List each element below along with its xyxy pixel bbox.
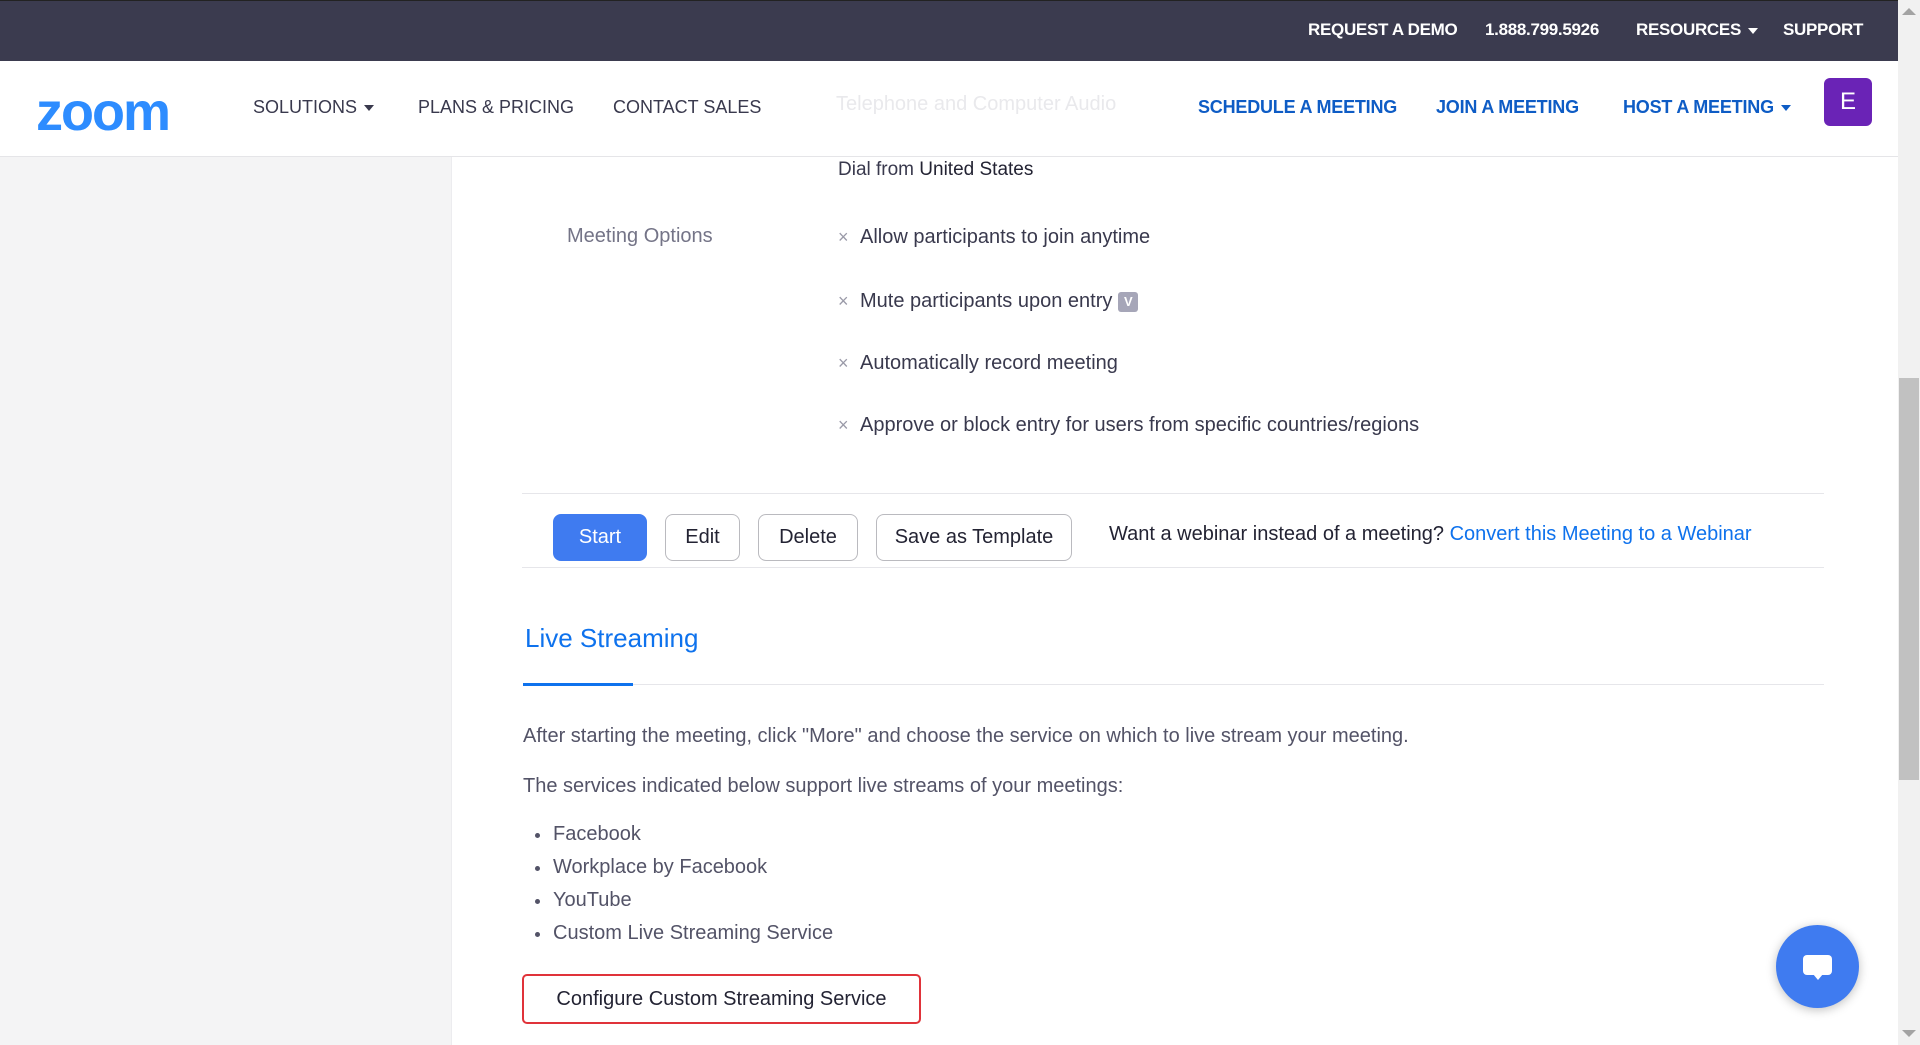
configure-custom-streaming-button[interactable]: Configure Custom Streaming Service (522, 974, 921, 1024)
request-demo-link[interactable]: REQUEST A DEMO (1308, 20, 1458, 40)
option-label: Approve or block entry for users from sp… (860, 414, 1420, 436)
list-item: Facebook (523, 818, 833, 851)
zoom-logo[interactable]: zoom (36, 85, 171, 139)
scroll-up-arrow-icon[interactable] (1902, 8, 1916, 15)
plans-pricing-link[interactable]: PLANS & PRICING (418, 97, 574, 118)
convert-to-webinar-link[interactable]: Convert this Meeting to a Webinar (1450, 523, 1752, 545)
dial-from-line: Dial from United States (838, 159, 1033, 181)
scrollbar-thumb[interactable] (1899, 378, 1919, 780)
dial-from-prefix: Dial from (838, 159, 915, 180)
start-button[interactable]: Start (553, 514, 647, 561)
scroll-down-arrow-icon[interactable] (1902, 1030, 1916, 1037)
tab-divider (523, 684, 1824, 685)
webinar-question: Want a webinar instead of a meeting? (1109, 523, 1445, 545)
caret-down-icon (364, 105, 375, 112)
chat-support-button[interactable] (1776, 925, 1859, 1008)
schedule-meeting-link[interactable]: SCHEDULE A MEETING (1198, 97, 1397, 118)
meeting-options-label: Meeting Options (567, 225, 713, 247)
list-item: Workplace by Facebook (523, 851, 833, 884)
resources-menu[interactable]: RESOURCES (1636, 20, 1758, 40)
edit-button[interactable]: Edit (665, 514, 740, 561)
chat-bubble-icon (1803, 955, 1832, 975)
option-label: Mute participants upon entry (860, 290, 1113, 312)
dial-country: United States (919, 159, 1034, 180)
meeting-option-item: × Mute participants upon entry V (838, 290, 1139, 313)
streaming-services-list: Facebook Workplace by Facebook YouTube C… (523, 818, 833, 950)
actions-top-divider (522, 493, 1824, 494)
solutions-menu[interactable]: SOLUTIONS (253, 97, 375, 118)
user-avatar[interactable]: E (1824, 78, 1872, 126)
x-icon: × (838, 415, 849, 435)
meeting-option-item: × Automatically record meeting (838, 352, 1118, 375)
tab-live-streaming[interactable]: Live Streaming (525, 623, 698, 654)
host-meeting-label: HOST A MEETING (1623, 97, 1774, 117)
resources-label: RESOURCES (1636, 20, 1741, 39)
caret-down-icon (1748, 27, 1758, 34)
webinar-prompt: Want a webinar instead of a meeting? Con… (1109, 514, 1752, 554)
save-as-template-button[interactable]: Save as Template (876, 514, 1072, 561)
support-link[interactable]: SUPPORT (1783, 20, 1863, 40)
x-icon: × (838, 291, 849, 311)
x-icon: × (838, 353, 849, 373)
join-meeting-link[interactable]: JOIN A MEETING (1436, 97, 1579, 118)
actions-bottom-divider (522, 567, 1824, 568)
x-icon: × (838, 227, 849, 247)
contact-sales-link[interactable]: CONTACT SALES (613, 97, 761, 118)
ghost-audio-text: Telephone and Computer Audio (836, 93, 1117, 115)
meeting-details-card: Dial from United States Meeting Options … (451, 157, 1898, 1045)
option-label: Automatically record meeting (860, 352, 1118, 374)
services-intro: The services indicated below support liv… (523, 775, 1124, 797)
option-label: Allow participants to join anytime (860, 226, 1151, 248)
meeting-option-item: × Allow participants to join anytime (838, 226, 1150, 249)
delete-button[interactable]: Delete (758, 514, 858, 561)
caret-down-icon (1780, 105, 1791, 112)
solutions-label: SOLUTIONS (253, 97, 358, 117)
live-stream-instructions: After starting the meeting, click "More"… (523, 725, 1409, 747)
main-navbar: zoom SOLUTIONS PLANS & PRICING CONTACT S… (0, 61, 1898, 157)
host-meeting-menu[interactable]: HOST A MEETING (1623, 97, 1791, 118)
list-item: Custom Live Streaming Service (523, 917, 833, 950)
top-utility-bar: REQUEST A DEMO 1.888.799.5926 RESOURCES … (0, 0, 1898, 61)
active-tab-indicator (523, 683, 633, 686)
vanity-info-icon[interactable]: V (1118, 291, 1139, 312)
list-item: YouTube (523, 884, 833, 917)
chat-bubble-tail (1813, 974, 1823, 980)
phone-number[interactable]: 1.888.799.5926 (1485, 20, 1599, 40)
meeting-option-item: × Approve or block entry for users from s… (838, 414, 1419, 437)
